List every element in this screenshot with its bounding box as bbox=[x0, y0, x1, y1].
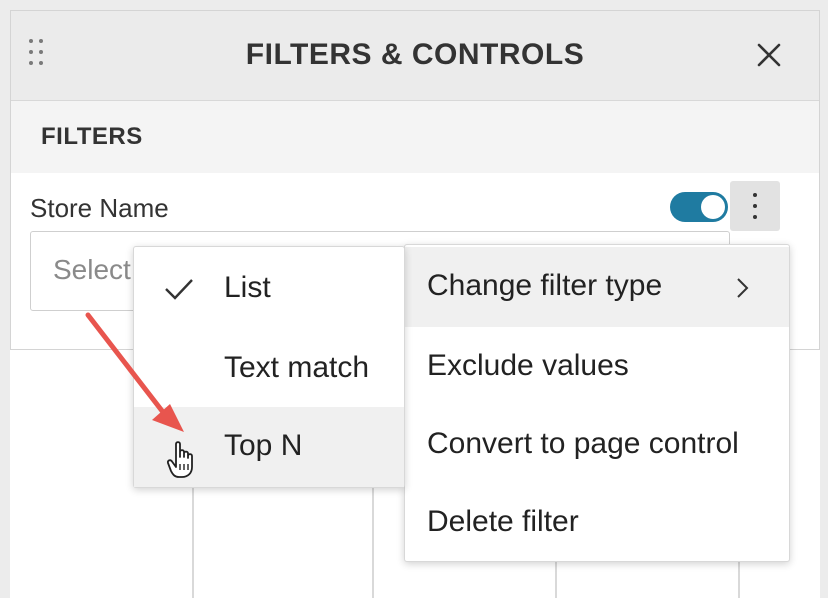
toggle-knob bbox=[701, 195, 725, 219]
close-icon bbox=[757, 43, 781, 67]
hand-pointer-icon bbox=[166, 441, 193, 478]
more-vertical-icon bbox=[753, 193, 757, 197]
section-title: FILTERS bbox=[41, 123, 143, 150]
filter-context-menu: Change filter type Exclude values Conver… bbox=[404, 244, 790, 562]
submenu-item-text-match[interactable]: Text match bbox=[134, 329, 404, 409]
more-options-button[interactable] bbox=[730, 181, 780, 231]
panel-header: FILTERS & CONTROLS bbox=[11, 11, 819, 101]
chevron-right-icon bbox=[737, 278, 749, 298]
select-placeholder: Select bbox=[53, 254, 131, 285]
checkmark-icon bbox=[165, 279, 193, 300]
close-button[interactable] bbox=[753, 39, 785, 71]
menu-item-exclude-values[interactable]: Exclude values bbox=[405, 327, 789, 407]
panel-title: FILTERS & CONTROLS bbox=[245, 38, 585, 71]
menu-item-change-filter-type[interactable]: Change filter type bbox=[405, 247, 789, 327]
menu-item-convert-to-page-control[interactable]: Convert to page control bbox=[405, 405, 789, 485]
filter-name-label: Store Name bbox=[30, 193, 169, 223]
filters-screen: FILTERS & CONTROLS FILTERS Store Name Se… bbox=[0, 0, 828, 598]
submenu-item-list[interactable]: List bbox=[134, 249, 404, 329]
menu-item-delete-filter[interactable]: Delete filter bbox=[405, 483, 789, 563]
filters-section-header: FILTERS bbox=[11, 101, 819, 173]
filter-enabled-toggle[interactable] bbox=[670, 192, 728, 222]
